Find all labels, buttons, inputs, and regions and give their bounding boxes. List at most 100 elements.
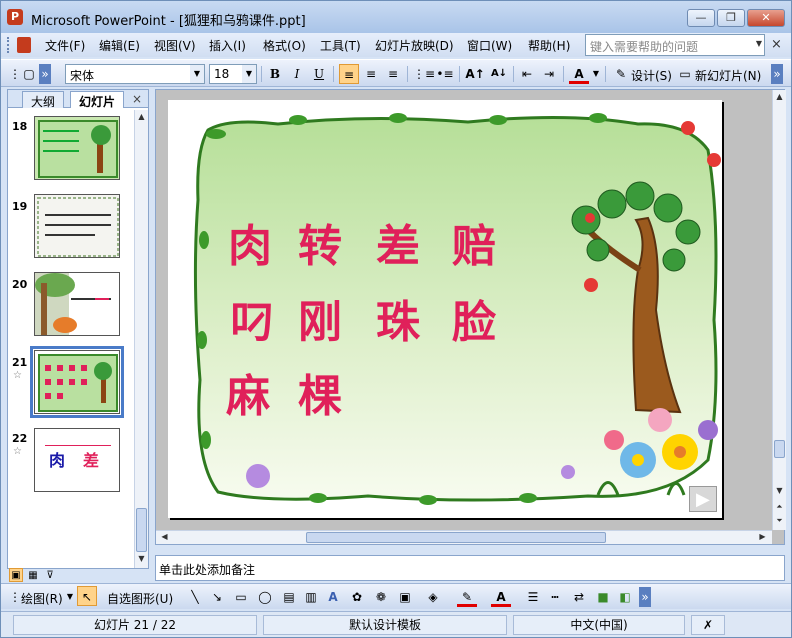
toolbar-options-icon[interactable]: » [771, 64, 783, 84]
tab-outline[interactable]: 大纲 [22, 91, 65, 109]
autoshapes-button[interactable]: 自选图形(U) [107, 590, 173, 607]
next-slide-icon[interactable]: ⏷ [773, 516, 786, 528]
slideshow-view-icon[interactable]: ⊽ [43, 569, 57, 583]
slide-char[interactable]: 脸 [452, 286, 496, 350]
thumbnail-scrollbar[interactable]: ▲ ▼ [134, 110, 148, 568]
scroll-down-icon[interactable]: ▼ [773, 486, 786, 498]
font-name-select[interactable]: 宋体 ▼ [65, 64, 205, 84]
chevron-down-icon[interactable]: ▼ [591, 64, 601, 84]
previous-slide-icon[interactable]: ⏶ [773, 502, 786, 514]
rectangle-tool-icon[interactable]: ▭ [231, 587, 251, 607]
minimize-button[interactable]: — [687, 9, 715, 27]
underline-button[interactable]: U [309, 64, 329, 84]
slide-char[interactable]: 珠 [376, 286, 420, 350]
pane-close-icon[interactable]: × [132, 92, 142, 106]
slide-char[interactable]: 赔 [452, 210, 496, 274]
current-slide[interactable]: 肉 转 差 赔 叼 刚 珠 脸 麻 棵 [168, 100, 722, 518]
slide-thumbnail-21[interactable] [30, 346, 124, 418]
spelling-status-icon[interactable]: ✗ [691, 615, 725, 635]
chevron-down-icon[interactable]: ▼ [65, 587, 75, 607]
dash-style-icon[interactable]: ┅ [545, 587, 565, 607]
scrollbar-thumb[interactable] [136, 508, 147, 552]
slide-thumbnail-22[interactable]: 肉 差 [34, 428, 120, 492]
slide-char[interactable]: 叼 [230, 286, 274, 350]
align-right-icon[interactable]: ≡ [383, 64, 403, 84]
new-document-icon[interactable]: ▢ [19, 64, 39, 84]
new-slide-button[interactable]: 新幻灯片(N) [695, 67, 761, 84]
scrollbar-thumb[interactable] [774, 440, 785, 458]
menu-format[interactable]: 格式(O) [263, 37, 306, 54]
decrease-font-icon[interactable]: A↓ [489, 64, 509, 84]
scroll-right-icon[interactable]: ▶ [756, 532, 769, 544]
decrease-indent-icon[interactable]: ⇤ [517, 64, 537, 84]
arrow-style-icon[interactable]: ⇄ [569, 587, 589, 607]
fill-color-icon[interactable]: ◈ [423, 587, 443, 607]
slide-sorter-icon[interactable]: ▦ [26, 569, 40, 583]
menu-close-icon[interactable]: × [771, 37, 782, 52]
design-icon[interactable]: ✎ [611, 64, 631, 84]
font-color-icon[interactable]: A [569, 64, 589, 84]
wordart-icon[interactable]: A [323, 587, 343, 607]
menu-insert[interactable]: 插入(I) [209, 37, 246, 54]
notes-pane[interactable]: 单击此处添加备注 [155, 555, 785, 581]
slide-char[interactable]: 转 [298, 210, 342, 274]
scrollbar-thumb[interactable] [306, 532, 606, 543]
picture-icon[interactable]: ▣ [395, 587, 415, 607]
slide-thumbnail-20[interactable] [34, 272, 120, 336]
toolbar-options-icon[interactable]: » [639, 587, 651, 607]
slide-char[interactable]: 麻 [226, 360, 270, 424]
line-color-icon[interactable]: ✎ [457, 587, 477, 607]
toolbar-options-icon[interactable]: » [39, 64, 51, 84]
draw-menu-button[interactable]: 绘图(R) [21, 590, 63, 607]
document-icon[interactable] [17, 37, 31, 53]
slide-next-action-button[interactable]: ▶ [689, 486, 717, 512]
textbox-tool-icon[interactable]: ▤ [279, 587, 299, 607]
diagram-icon[interactable]: ✿ [347, 587, 367, 607]
numbered-list-icon[interactable]: ⋮≡ [413, 64, 435, 84]
chevron-down-icon[interactable]: ▼ [190, 65, 204, 83]
menu-window[interactable]: 窗口(W) [467, 37, 512, 54]
select-pointer-icon[interactable]: ↖ [77, 586, 97, 606]
menubar-grip-icon[interactable] [7, 37, 13, 53]
font-color-icon[interactable]: A [491, 587, 511, 607]
scroll-up-icon[interactable]: ▲ [773, 92, 786, 104]
restore-button[interactable]: ❐ [717, 9, 745, 27]
slide-thumbnail-19[interactable] [34, 194, 120, 258]
slide-thumbnail-18[interactable] [34, 116, 120, 180]
3d-style-icon[interactable]: ◧ [615, 587, 635, 607]
normal-view-icon[interactable]: ▣ [9, 568, 23, 582]
oval-tool-icon[interactable]: ◯ [255, 587, 275, 607]
chevron-down-icon[interactable]: ▼ [756, 39, 762, 48]
align-center-icon[interactable]: ≡ [361, 64, 381, 84]
toolbar-grip-icon[interactable]: ⋮ [9, 64, 21, 84]
slide-char[interactable]: 肉 [228, 210, 272, 274]
slide-char[interactable]: 差 [376, 210, 420, 274]
arrow-tool-icon[interactable]: ↘ [207, 587, 227, 607]
slide-char[interactable]: 刚 [298, 286, 342, 350]
bulleted-list-icon[interactable]: •≡ [435, 64, 455, 84]
vertical-textbox-icon[interactable]: ▥ [301, 587, 321, 607]
menu-view[interactable]: 视图(V) [154, 37, 196, 54]
scroll-down-icon[interactable]: ▼ [135, 554, 148, 566]
chevron-down-icon[interactable]: ▼ [242, 65, 256, 83]
bold-button[interactable]: B [265, 64, 285, 84]
clipart-icon[interactable]: ❁ [371, 587, 391, 607]
toolbar-grip-icon[interactable]: ⋮ [9, 587, 21, 607]
tab-slides[interactable]: 幻灯片 [70, 91, 125, 109]
scroll-left-icon[interactable]: ◀ [158, 532, 171, 544]
menu-file[interactable]: 文件(F) [45, 37, 85, 54]
menu-help[interactable]: 帮助(H) [528, 37, 570, 54]
design-button[interactable]: 设计(S) [631, 67, 672, 84]
font-size-select[interactable]: 18 ▼ [209, 64, 257, 84]
italic-button[interactable]: I [287, 64, 307, 84]
line-style-icon[interactable]: ☰ [523, 587, 543, 607]
align-left-icon[interactable]: ≡ [339, 64, 359, 84]
menu-slideshow[interactable]: 幻灯片放映(D) [375, 37, 454, 54]
scroll-up-icon[interactable]: ▲ [135, 112, 148, 124]
increase-font-icon[interactable]: A↑ [465, 64, 485, 84]
menu-edit[interactable]: 编辑(E) [99, 37, 140, 54]
help-search-input[interactable]: 键入需要帮助的问题 ▼ [585, 34, 765, 56]
menu-tools[interactable]: 工具(T) [320, 37, 361, 54]
shadow-style-icon[interactable]: ■ [593, 587, 613, 607]
slide-hscrollbar[interactable]: ◀ ▶ [156, 530, 772, 544]
